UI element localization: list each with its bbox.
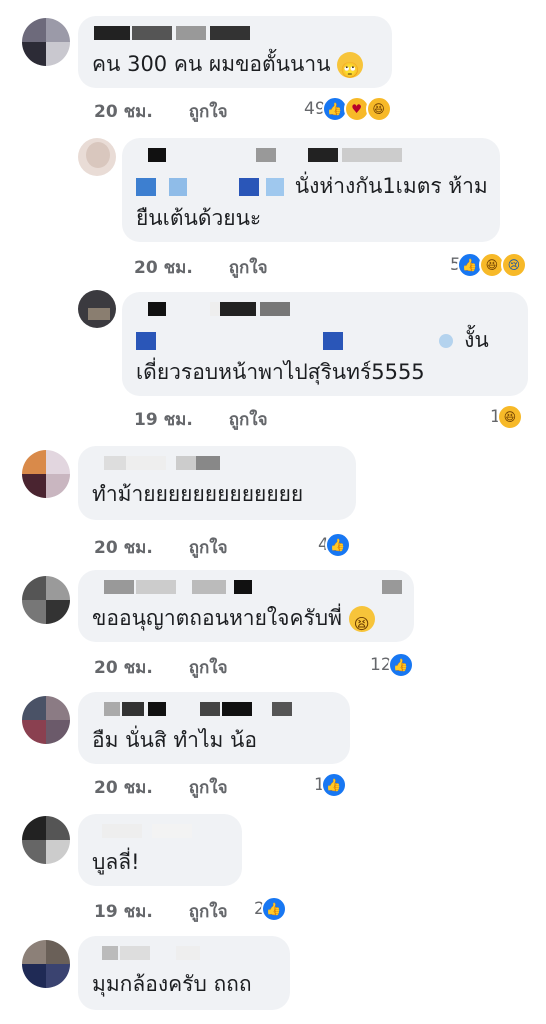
tired-face-emoji-icon: 😫	[348, 606, 375, 633]
comment-text: ทำม้ายยยยยยยยยยยยย	[92, 482, 304, 506]
author-name[interactable]	[92, 26, 378, 42]
avatar[interactable]	[22, 940, 70, 988]
comment-text: บูลลี่!	[92, 850, 140, 874]
comment-bubble: มุมกล้องครับ ถถถ	[78, 936, 290, 1010]
comment-text: งั้น เดี่ยวรอบหน้าพาไปสุรินทร์5555	[136, 328, 489, 384]
comment-text: มุมกล้องครับ ถถถ	[92, 972, 252, 996]
like-link[interactable]: ถูกใจ	[189, 658, 228, 678]
like-link[interactable]: ถูกใจ	[229, 258, 268, 278]
author-name[interactable]	[92, 702, 336, 718]
comment-time[interactable]: 20 ชม.	[94, 658, 153, 678]
comment-time[interactable]: 19 ชม.	[134, 410, 193, 430]
author-name[interactable]	[136, 302, 514, 318]
author-name[interactable]	[92, 946, 276, 962]
comment-meta: 20 ชม. ถูกใจ	[94, 534, 228, 561]
comment-time[interactable]: 20 ชม.	[94, 102, 153, 122]
avatar[interactable]	[78, 290, 116, 328]
haha-reaction-icon: 😆	[365, 96, 392, 122]
like-link[interactable]: ถูกใจ	[229, 410, 268, 430]
avatar[interactable]	[78, 138, 116, 176]
comment-text: นั่งห่างกัน1เมตร ห้าม ยืนเต้นด้วยนะ	[136, 174, 488, 230]
author-name[interactable]	[92, 824, 228, 840]
author-name[interactable]	[92, 580, 402, 596]
comment-time[interactable]: 20 ชม.	[94, 778, 153, 798]
like-reaction-icon: 👍	[387, 652, 414, 678]
like-reaction-icon: 👍	[324, 532, 351, 558]
comment-bubble: ขออนุญาตถอนหายใจครับพี่ 😫	[78, 570, 414, 642]
avatar[interactable]	[22, 450, 70, 498]
comment-text: ขออนุญาตถอนหายใจครับพี่ 😫	[92, 602, 400, 634]
comment-bubble: นั่งห่างกัน1เมตร ห้าม ยืนเต้นด้วยนะ	[122, 138, 500, 242]
avatar[interactable]	[22, 576, 70, 624]
avatar[interactable]	[22, 18, 70, 66]
comment-meta: 19 ชม. ถูกใจ	[134, 406, 268, 433]
comment-text: คน 300 คน ผมขอตั้นนาน 🙄	[92, 48, 378, 80]
comment-time[interactable]: 20 ชม.	[94, 538, 153, 558]
like-reaction-icon: 👍	[260, 896, 287, 922]
comment-bubble: งั้น เดี่ยวรอบหน้าพาไปสุรินทร์5555	[122, 292, 528, 396]
comment-meta: 20 ชม. ถูกใจ	[134, 254, 268, 281]
comment-bubble: อืม นั่นสิ ทำไม น้อ	[78, 692, 350, 764]
reaction-summary[interactable]: 49 👍 ♥ 😆	[304, 96, 392, 122]
haha-reaction-icon: 😆	[496, 404, 523, 430]
reaction-summary[interactable]: 1 👍	[314, 772, 347, 798]
like-link[interactable]: ถูกใจ	[189, 538, 228, 558]
like-reaction-icon: 👍	[320, 772, 347, 798]
reaction-summary[interactable]: 4 👍	[318, 532, 351, 558]
reaction-summary[interactable]: 2 👍	[254, 896, 287, 922]
comment-bubble: ทำม้ายยยยยยยยยยยยย	[78, 446, 356, 520]
comment-meta: 19 ชม. ถูกใจ	[94, 898, 228, 925]
comment-meta: 20 ชม. ถูกใจ	[94, 774, 228, 801]
avatar[interactable]	[22, 816, 70, 864]
reaction-summary[interactable]: 1 😆	[490, 404, 523, 430]
comment-time[interactable]: 20 ชม.	[134, 258, 193, 278]
like-link[interactable]: ถูกใจ	[189, 902, 228, 922]
avatar[interactable]	[22, 696, 70, 744]
like-link[interactable]: ถูกใจ	[189, 778, 228, 798]
reaction-summary[interactable]: 12 👍	[370, 652, 414, 678]
author-name[interactable]	[136, 148, 486, 164]
sad-reaction-icon: 😢	[500, 252, 527, 278]
comment-meta: 20 ชม. ถูกใจ	[94, 654, 228, 681]
author-name[interactable]	[92, 456, 342, 472]
comment-text: อืม นั่นสิ ทำไม น้อ	[92, 728, 258, 752]
comment-time[interactable]: 19 ชม.	[94, 902, 153, 922]
reaction-summary[interactable]: 5 👍 😆 😢	[450, 252, 527, 278]
comment-bubble: บูลลี่!	[78, 814, 242, 886]
comment-meta: 20 ชม. ถูกใจ	[94, 98, 228, 125]
comment-bubble: คน 300 คน ผมขอตั้นนาน 🙄	[78, 16, 392, 88]
rolling-eyes-emoji-icon: 🙄	[337, 52, 364, 79]
like-link[interactable]: ถูกใจ	[189, 102, 228, 122]
